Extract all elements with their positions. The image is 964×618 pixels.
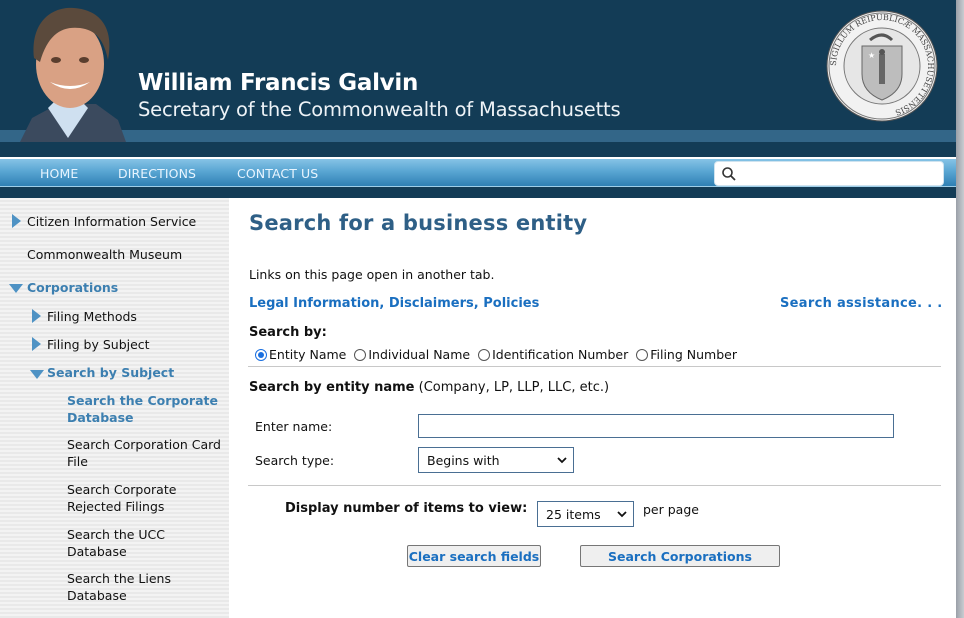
sidebar-item-commonwealth-museum[interactable]: Commonwealth Museum: [27, 246, 182, 263]
legal-information-link[interactable]: Legal Information, Disclaimers, Policies: [249, 296, 539, 311]
radio-label: Individual Name: [368, 347, 471, 362]
entity-name-input[interactable]: [418, 414, 894, 438]
radio-label: Entity Name: [269, 347, 347, 362]
sidebar-item-search-ucc-database[interactable]: Search the UCC Database: [67, 526, 165, 560]
scrollbar[interactable]: [956, 0, 964, 618]
site-header: William Francis Galvin Secretary of the …: [0, 0, 956, 157]
clear-search-fields-button[interactable]: Clear search fields: [407, 545, 541, 567]
sidebar-item-line: Database: [67, 410, 134, 425]
nav-home[interactable]: HOME: [40, 166, 78, 181]
search-by-label: Search by:: [249, 325, 327, 340]
search-type-label: Search type:: [255, 453, 335, 468]
official-title: Secretary of the Commonwealth of Massach…: [138, 98, 621, 121]
triangle-down-icon: [30, 370, 44, 379]
radio-identification-number[interactable]: Identification Number: [478, 347, 628, 362]
main-content: Search for a business entity Links on th…: [229, 198, 956, 618]
radio-button[interactable]: [478, 348, 491, 361]
radio-individual-name[interactable]: Individual Name: [354, 347, 470, 362]
site-search[interactable]: [714, 161, 944, 186]
radio-button-checked[interactable]: [255, 348, 267, 361]
sidebar: Citizen Information Service Commonwealth…: [0, 198, 229, 618]
portrait-photo: [10, 0, 126, 142]
divider: [248, 485, 941, 486]
search-corporations-button[interactable]: Search Corporations: [580, 545, 780, 567]
nav-contact-us[interactable]: CONTACT US: [237, 166, 318, 181]
nav-directions[interactable]: DIRECTIONS: [118, 166, 196, 181]
radio-label: Filing Number: [650, 347, 737, 362]
sidebar-item-filing-methods[interactable]: Filing Methods: [47, 308, 137, 325]
enter-name-label: Enter name:: [255, 419, 333, 434]
sidebar-item-line: Database: [67, 588, 127, 603]
chevron-down-icon: [617, 511, 627, 518]
sidebar-item-line: Search the Liens: [67, 571, 171, 586]
title-block: William Francis Galvin Secretary of the …: [138, 68, 621, 122]
radio-label: Identification Number: [492, 347, 629, 362]
search-assistance-link[interactable]: Search assistance. . .: [780, 296, 943, 311]
section-title: Search by entity name: [249, 380, 415, 395]
display-items-label: Display number of items to view:: [285, 501, 528, 516]
sidebar-item-line: Database: [67, 544, 127, 559]
page-title: Search for a business entity: [249, 211, 588, 235]
site-search-input[interactable]: [741, 164, 939, 183]
triangle-down-icon: [9, 284, 23, 293]
official-name: William Francis Galvin: [138, 70, 419, 96]
nav-underbar: [0, 187, 956, 198]
sidebar-item-line: Rejected Filings: [67, 499, 165, 514]
header-stripe: [0, 130, 956, 142]
sidebar-item-search-corporate-database[interactable]: Search the Corporate Database: [67, 392, 218, 426]
radio-entity-name[interactable]: Entity Name: [255, 347, 346, 362]
radio-filing-number[interactable]: Filing Number: [636, 347, 737, 362]
items-per-page-select[interactable]: 25 items: [537, 501, 634, 527]
sidebar-item-search-corporation-card-file[interactable]: Search Corporation Card File: [67, 436, 221, 470]
svg-text:★: ★: [868, 51, 875, 60]
radio-button[interactable]: [354, 348, 367, 361]
sidebar-item-filing-by-subject[interactable]: Filing by Subject: [47, 336, 150, 353]
sidebar-item-citizen-information-service[interactable]: Citizen Information Service: [27, 213, 196, 230]
top-nav: HOME DIRECTIONS CONTACT US: [0, 157, 956, 187]
divider: [248, 366, 941, 367]
section-heading: Search by entity name (Company, LP, LLP,…: [249, 380, 609, 395]
sidebar-item-line: Search the Corporate: [67, 393, 218, 408]
sidebar-item-search-by-subject[interactable]: Search by Subject: [47, 364, 174, 381]
radio-button[interactable]: [636, 348, 649, 361]
sidebar-item-corporations[interactable]: Corporations: [27, 279, 118, 296]
search-icon[interactable]: [721, 166, 737, 182]
per-page-label: per page: [643, 502, 699, 517]
sidebar-item-line: Search Corporate: [67, 482, 177, 497]
sidebar-item-line: Search Corporation Card: [67, 437, 221, 452]
sidebar-item-search-corporate-rejected-filings[interactable]: Search Corporate Rejected Filings: [67, 481, 176, 515]
sidebar-item-line: Search the UCC: [67, 527, 166, 542]
info-text: Links on this page open in another tab.: [249, 267, 495, 282]
sidebar-item-search-liens-database[interactable]: Search the Liens Database: [67, 570, 171, 604]
sidebar-item-line: File: [67, 454, 88, 469]
massachusetts-seal-icon: ★ SIGILLUM REIPUBLICÆ MASSACHUSETTENSIS: [826, 10, 938, 122]
search-by-radio-group: Entity Name Individual Name Identificati…: [255, 347, 745, 362]
items-per-page-value: 25 items: [546, 506, 601, 522]
triangle-right-icon: [12, 214, 21, 228]
triangle-right-icon: [32, 309, 41, 323]
search-type-value: Begins with: [427, 452, 500, 468]
section-hint: (Company, LP, LLP, LLC, etc.): [418, 380, 610, 395]
triangle-right-icon: [32, 337, 41, 351]
chevron-down-icon: [557, 457, 567, 464]
search-type-select[interactable]: Begins with: [418, 447, 574, 473]
